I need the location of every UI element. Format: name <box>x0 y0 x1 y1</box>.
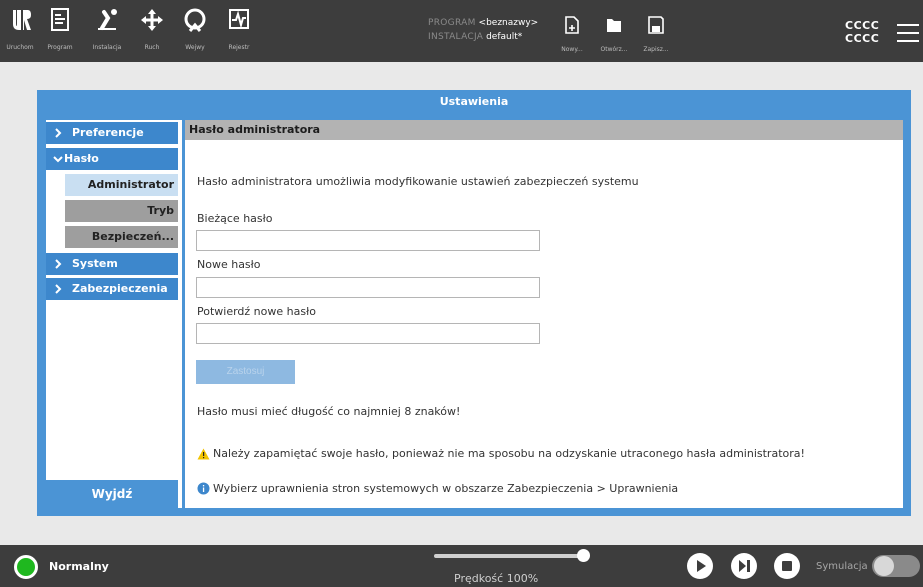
panel-description: Hasło administratora umożliwia modyfikow… <box>197 175 639 188</box>
min-length-note: Hasło musi mieć długość co najmniej 8 zn… <box>197 405 461 418</box>
stop-icon <box>782 561 792 571</box>
bottom-bar: Normalny Prędkość 100% Symulacja <box>0 545 923 587</box>
new-label: Nowy... <box>561 46 583 53</box>
confirm-password-field[interactable] <box>196 323 540 344</box>
nav-program[interactable]: Program <box>40 6 80 60</box>
save-label: Zapisz... <box>643 46 669 53</box>
top-bar: Uruchom Program Instalacja Ruch Wejwy Re… <box>0 0 923 62</box>
new-password-field[interactable] <box>196 277 540 298</box>
io-icon <box>184 8 206 32</box>
user-line-2: CCCC <box>845 32 880 45</box>
sidebar-subitem-safety[interactable]: Bezpieczeń... <box>65 226 178 248</box>
confirm-password-label: Potwierdź nowe hasło <box>197 305 316 318</box>
speed-slider-handle[interactable] <box>577 549 590 562</box>
dialog-title: Ustawienia <box>439 95 509 108</box>
apply-button[interactable]: Zastosuj <box>196 360 295 384</box>
warning-note: Należy zapamiętać swoje hasło, ponieważ … <box>213 447 805 460</box>
log-icon <box>229 9 249 29</box>
new-password-label: Nowe hasło <box>197 258 261 271</box>
chevron-right-icon <box>55 128 62 138</box>
sidebar-item-label: Zabezpieczenia <box>72 282 168 295</box>
nav-installation[interactable]: Instalacja <box>87 6 127 60</box>
current-password-label: Bieżące hasło <box>197 212 273 225</box>
nav-program-label: Program <box>47 44 73 51</box>
nav-move-label: Ruch <box>144 44 160 51</box>
sidebar-item-preferences[interactable]: Preferencje <box>46 122 178 144</box>
simulation-label: Symulacja <box>816 561 868 572</box>
program-key: PROGRAM <box>428 18 476 28</box>
exit-button[interactable]: Wyjdź <box>46 480 178 508</box>
save-icon <box>648 16 664 34</box>
nav-installation-label: Instalacja <box>92 44 122 51</box>
sidebar-item-security[interactable]: Zabezpieczenia <box>46 278 178 300</box>
nav-io-label: Wejwy <box>185 44 205 51</box>
chevron-down-icon <box>53 156 63 163</box>
chevron-right-icon <box>55 259 62 269</box>
current-password-field[interactable] <box>196 230 540 251</box>
nav-log-label: Rejestr <box>228 44 250 51</box>
panel-header: Hasło administratora <box>185 120 903 140</box>
nav-move[interactable]: Ruch <box>132 6 172 60</box>
play-button[interactable] <box>687 553 713 579</box>
installation-key: INSTALACJA <box>428 32 484 42</box>
open-folder-icon <box>607 19 621 32</box>
info-row: Wybierz uprawnienia stron systemowych w … <box>197 482 678 495</box>
user-indicator[interactable]: CCCC CCCC <box>845 19 879 45</box>
password-panel: Hasło administratora Hasło administrator… <box>185 120 903 508</box>
speed-slider[interactable] <box>434 554 586 558</box>
new-file-icon <box>565 16 579 34</box>
chevron-right-icon <box>55 284 62 294</box>
hamburger-menu-icon[interactable] <box>897 24 919 44</box>
new-button[interactable]: Nowy... <box>554 16 590 60</box>
warning-row: Należy zapamiętać swoje hasło, ponieważ … <box>197 447 805 460</box>
move-icon <box>141 9 163 31</box>
nav-run-label: Uruchom <box>6 44 34 51</box>
sidebar-subitem-administrator[interactable]: Administrator <box>65 174 178 196</box>
nav-run[interactable]: Uruchom <box>0 6 40 60</box>
robot-logo-icon <box>13 10 31 30</box>
simulation-toggle[interactable] <box>872 555 920 577</box>
settings-dialog: Ustawienia Preferencje Hasło Administrat… <box>37 90 911 516</box>
play-icon <box>697 560 706 572</box>
user-line-1: CCCC <box>845 19 880 32</box>
speed-label: Prędkość 100% <box>454 572 539 585</box>
sidebar-item-label: System <box>72 257 118 270</box>
robot-status-indicator[interactable] <box>14 555 38 579</box>
toggle-knob <box>874 556 894 576</box>
sidebar-subitem-mode[interactable]: Tryb <box>65 200 178 222</box>
info-note: Wybierz uprawnienia stron systemowych w … <box>213 482 679 495</box>
installation-icon <box>98 9 117 30</box>
sidebar-item-label: Preferencje <box>72 126 144 139</box>
step-icon <box>739 560 750 572</box>
stop-button[interactable] <box>774 553 800 579</box>
sidebar-item-password[interactable]: Hasło <box>46 148 178 170</box>
sidebar-item-system[interactable]: System <box>46 253 178 275</box>
installation-name: default* <box>486 32 523 42</box>
program-info: PROGRAM <beznazwy> INSTALACJA default* <box>428 16 538 44</box>
open-button[interactable]: Otwórz... <box>596 16 632 60</box>
save-button[interactable]: Zapisz... <box>638 16 674 60</box>
robot-status-text: Normalny <box>49 560 109 573</box>
sidebar-item-label: Hasło <box>64 152 99 165</box>
nav-log[interactable]: Rejestr <box>219 6 259 60</box>
program-name: <beznazwy> <box>478 18 539 28</box>
nav-io[interactable]: Wejwy <box>175 6 215 60</box>
step-button[interactable] <box>731 553 757 579</box>
open-label: Otwórz... <box>600 46 628 53</box>
program-icon <box>51 8 69 31</box>
settings-sidebar: Preferencje Hasło Administrator Tryb Bez… <box>46 120 182 508</box>
info-icon <box>197 482 210 495</box>
warning-icon <box>197 448 210 460</box>
